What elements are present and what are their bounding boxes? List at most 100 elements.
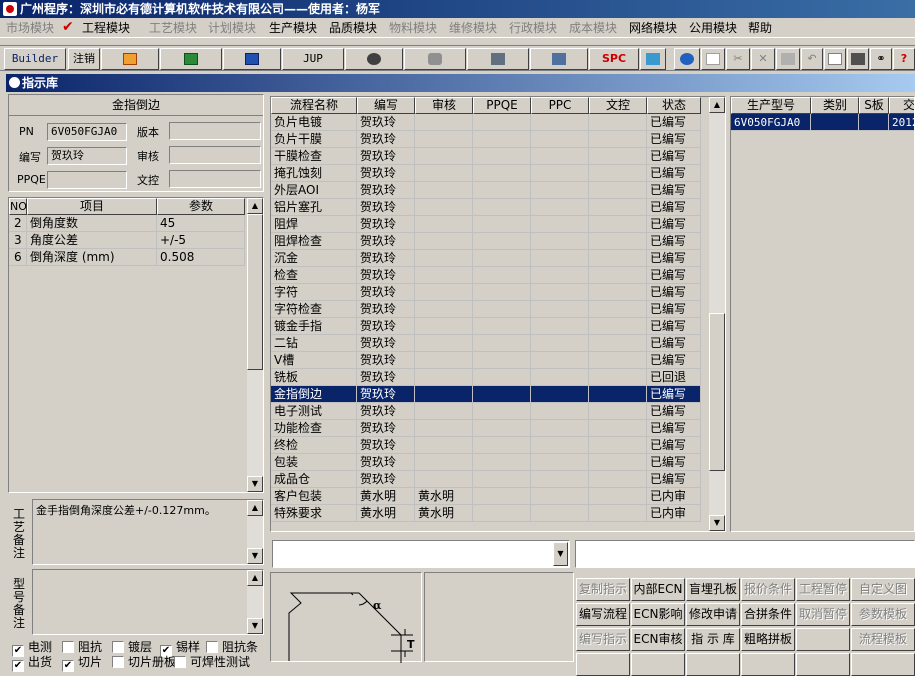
word-button[interactable] (223, 48, 281, 70)
cut-button[interactable]: ✂ (726, 48, 750, 70)
action-button-partial[interactable] (631, 653, 685, 676)
action-button-partial[interactable] (741, 653, 795, 676)
scroll-up-icon[interactable]: ▲ (709, 97, 725, 113)
find-button[interactable]: ⚭ (870, 48, 892, 70)
flow-row[interactable]: 字符 贺玖玲 已编写 (271, 284, 701, 301)
flow-row[interactable]: 铝片塞孔 贺玖玲 已编写 (271, 199, 701, 216)
checkbox-1[interactable]: 阻抗 (62, 640, 102, 655)
scroll-thumb[interactable] (247, 214, 263, 370)
powerpoint-button[interactable] (101, 48, 159, 70)
menu-craft[interactable]: 工艺模块 (149, 18, 197, 38)
model-col-category[interactable]: 类别 (811, 97, 859, 114)
flow-row[interactable]: 干膜检查 贺玖玲 已编写 (271, 148, 701, 165)
flow-row[interactable]: 外层AOI 贺玖玲 已编写 (271, 182, 701, 199)
flow-col-ppqe[interactable]: PPQE (473, 97, 531, 114)
flow-row[interactable]: V槽 贺玖玲 已编写 (271, 352, 701, 369)
flow-row[interactable]: 电子测试 贺玖玲 已编写 (271, 403, 701, 420)
help-button[interactable]: ? (893, 48, 915, 70)
flow-col-writer[interactable]: 编写 (357, 97, 415, 114)
checkbox-0[interactable]: ✔ 电测 (12, 640, 52, 657)
params-row[interactable]: 2 倒角度数 45 (9, 215, 245, 232)
flow-col-doc[interactable]: 文控 (589, 97, 647, 114)
params-col-no[interactable]: NO (9, 198, 27, 215)
menu-common[interactable]: 公用模块 (689, 18, 737, 38)
action-button-3[interactable]: 报价条件 (741, 578, 795, 601)
action-button-1[interactable]: 内部ECN (631, 578, 685, 601)
flow-row[interactable]: 金指倒边 贺玖玲 已编写 (271, 386, 701, 403)
action-button-13[interactable]: ECN审核 (631, 628, 685, 651)
flow-row[interactable]: 铣板 贺玖玲 已回退 (271, 369, 701, 386)
menu-network[interactable]: 网络模块 (629, 18, 677, 38)
checkbox-5[interactable]: ✔ 出货 (12, 655, 52, 672)
save-button[interactable] (776, 48, 800, 70)
menu-help[interactable]: 帮助 (748, 18, 772, 38)
calculator-button[interactable] (640, 48, 666, 70)
menu-repair[interactable]: 维修模块 (449, 18, 497, 38)
action-button-partial[interactable] (851, 653, 915, 676)
scroll-down-icon[interactable]: ▼ (709, 515, 725, 531)
params-row[interactable]: 3 角度公差 +/-5 (9, 232, 245, 249)
params-scrollbar[interactable]: ▲ ▼ (247, 198, 263, 492)
view-button[interactable] (345, 48, 403, 70)
database-button[interactable] (404, 48, 466, 70)
menu-admin[interactable]: 行政模块 (509, 18, 557, 38)
version-field[interactable] (169, 122, 261, 140)
flow-row[interactable]: 终检 贺玖玲 已编写 (271, 437, 701, 454)
scroll-down-icon[interactable]: ▼ (247, 476, 263, 492)
model-col-s[interactable]: S板 (859, 97, 889, 114)
delete-button[interactable]: ✕ (751, 48, 775, 70)
menu-market[interactable]: 市场模块 (6, 18, 54, 38)
remark-scrollbar[interactable]: ▲ ▼ (247, 500, 263, 564)
action-button-6[interactable]: 编写流程 (576, 603, 630, 626)
menu-cost[interactable]: 成本模块 (569, 18, 617, 38)
flow-row[interactable]: 掩孔蚀刻 贺玖玲 已编写 (271, 165, 701, 182)
menu-production[interactable]: 生产模块 (269, 18, 317, 38)
model-remark-scrollbar[interactable]: ▲ ▼ (247, 570, 263, 634)
checkbox-2[interactable]: 镀层 (112, 640, 152, 655)
action-button-12[interactable]: 编写指示 (576, 628, 630, 651)
menu-quality[interactable]: 品质模块 (329, 18, 377, 38)
checkbox-3[interactable]: ✔ 锡样 (160, 640, 200, 657)
flow-row[interactable]: 负片干膜 贺玖玲 已编写 (271, 131, 701, 148)
computer-button[interactable] (530, 48, 588, 70)
scroll-thumb[interactable] (709, 313, 725, 471)
flow-row[interactable]: 客户包装 黄水明 黄水明 已内审 (271, 488, 701, 505)
action-button-11[interactable]: 参数模板 (851, 603, 915, 626)
excel-button[interactable] (160, 48, 222, 70)
spc-button[interactable]: SPC (589, 48, 639, 70)
undo-button[interactable]: ↶ (801, 48, 823, 70)
flow-row[interactable]: 二钻 贺玖玲 已编写 (271, 335, 701, 352)
checkbox-7[interactable]: 切片册板 (112, 655, 176, 670)
flow-row[interactable]: 阻焊 贺玖玲 已编写 (271, 216, 701, 233)
flow-row[interactable]: 沉金 贺玖玲 已编写 (271, 250, 701, 267)
model-row[interactable]: 6V050FGJA0 2012 (731, 114, 914, 131)
menu-material[interactable]: 物料模块 (389, 18, 437, 38)
jup-button[interactable]: JUP (282, 48, 344, 70)
flow-row[interactable]: 字符检查 贺玖玲 已编写 (271, 301, 701, 318)
model-col-date[interactable]: 交 (889, 97, 914, 114)
action-button-9[interactable]: 合拼条件 (741, 603, 795, 626)
action-button-14[interactable]: 指 示 库 (686, 628, 740, 651)
scroll-up-icon[interactable]: ▲ (247, 198, 263, 214)
menu-plan[interactable]: 计划模块 (208, 18, 256, 38)
action-button-partial[interactable] (576, 653, 630, 676)
action-button-partial[interactable] (686, 653, 740, 676)
flow-row[interactable]: 检查 贺玖玲 已编写 (271, 267, 701, 284)
flow-row[interactable]: 镀金手指 贺玖玲 已编写 (271, 318, 701, 335)
doc-control-field[interactable] (169, 170, 261, 188)
logout-button[interactable]: 注销 (68, 48, 100, 70)
second-combo[interactable] (575, 540, 915, 568)
action-button-partial[interactable] (796, 653, 850, 676)
ppqe-field[interactable] (47, 171, 127, 189)
action-button-0[interactable]: 复制指示 (576, 578, 630, 601)
globe-button[interactable] (674, 48, 700, 70)
action-button-17[interactable]: 流程模板 (851, 628, 915, 651)
flow-col-name[interactable]: 流程名称 (271, 97, 357, 114)
params-col-item[interactable]: 项目 (27, 198, 157, 215)
print-button[interactable] (847, 48, 869, 70)
flow-row[interactable]: 负片电镀 贺玖玲 已编写 (271, 114, 701, 131)
writer-field[interactable]: 贺玖玲 (47, 147, 127, 165)
checkbox-4[interactable]: 阻抗条 (206, 640, 258, 655)
menu-engineering[interactable]: 工程模块 (82, 18, 130, 38)
pn-field[interactable]: 6V050FGJA0 (47, 123, 127, 141)
